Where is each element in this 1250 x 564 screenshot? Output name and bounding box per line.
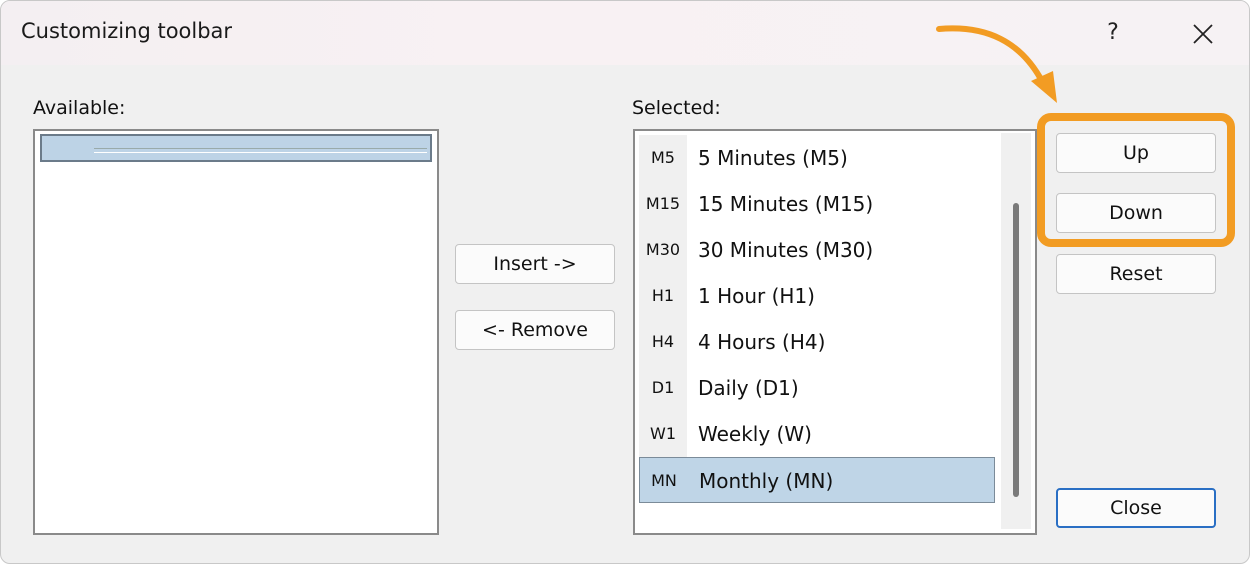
list-item-label: 1 Hour (H1) xyxy=(698,284,815,308)
period-icon: H4 xyxy=(639,319,687,365)
reset-button[interactable]: Reset xyxy=(1056,254,1216,294)
period-icon: D1 xyxy=(639,365,687,411)
list-item[interactable]: M15 15 Minutes (M15) xyxy=(639,181,995,227)
close-window-button[interactable] xyxy=(1183,11,1223,55)
period-icon: MN xyxy=(651,471,677,490)
list-item-label: 30 Minutes (M30) xyxy=(698,238,874,262)
highlight-arrow-icon xyxy=(936,25,1057,103)
list-item-label: Daily (D1) xyxy=(698,376,799,400)
highlight-box xyxy=(1037,113,1235,247)
list-item-label: Weekly (W) xyxy=(698,422,812,446)
help-button[interactable]: ? xyxy=(1093,11,1133,55)
insert-button[interactable]: Insert -> xyxy=(455,244,615,284)
separator-item[interactable] xyxy=(40,134,432,162)
period-icon: M5 xyxy=(639,135,687,181)
selected-label: Selected: xyxy=(632,97,721,119)
list-item[interactable]: M5 5 Minutes (M5) xyxy=(639,135,995,181)
selected-list[interactable]: M5 5 Minutes (M5) M15 15 Minutes (M15) M30 30… xyxy=(633,129,1037,535)
list-item[interactable]: MN Monthly (MN) xyxy=(639,457,995,503)
title-bar: Customizing toolbar ? xyxy=(1,1,1249,65)
customizing-toolbar-dialog: Customizing toolbar ? Available: Insert … xyxy=(0,0,1250,564)
list-item[interactable]: M30 30 Minutes (M30) xyxy=(639,227,995,273)
list-item[interactable]: H4 4 Hours (H4) xyxy=(639,319,995,365)
list-item[interactable]: W1 Weekly (W) xyxy=(639,411,995,457)
list-item[interactable]: D1 Daily (D1) xyxy=(639,365,995,411)
scrollbar[interactable] xyxy=(1001,133,1031,529)
list-item-label: 15 Minutes (M15) xyxy=(698,192,874,216)
available-label: Available: xyxy=(33,97,126,119)
close-icon xyxy=(1193,23,1213,44)
remove-button[interactable]: <- Remove xyxy=(455,310,615,350)
scrollbar-thumb[interactable] xyxy=(1013,203,1019,497)
period-icon: W1 xyxy=(639,411,687,457)
dialog-title: Customizing toolbar xyxy=(21,19,233,43)
available-list[interactable] xyxy=(33,129,439,535)
period-icon: M15 xyxy=(639,181,687,227)
list-item-label: Monthly (MN) xyxy=(699,469,834,493)
list-item-label: 5 Minutes (M5) xyxy=(698,146,848,170)
list-item-label: 4 Hours (H4) xyxy=(698,330,826,354)
close-button[interactable]: Close xyxy=(1056,488,1216,528)
period-icon: H1 xyxy=(639,273,687,319)
period-icon: M30 xyxy=(639,227,687,273)
separator-line xyxy=(94,148,427,153)
list-item[interactable]: H1 1 Hour (H1) xyxy=(639,273,995,319)
